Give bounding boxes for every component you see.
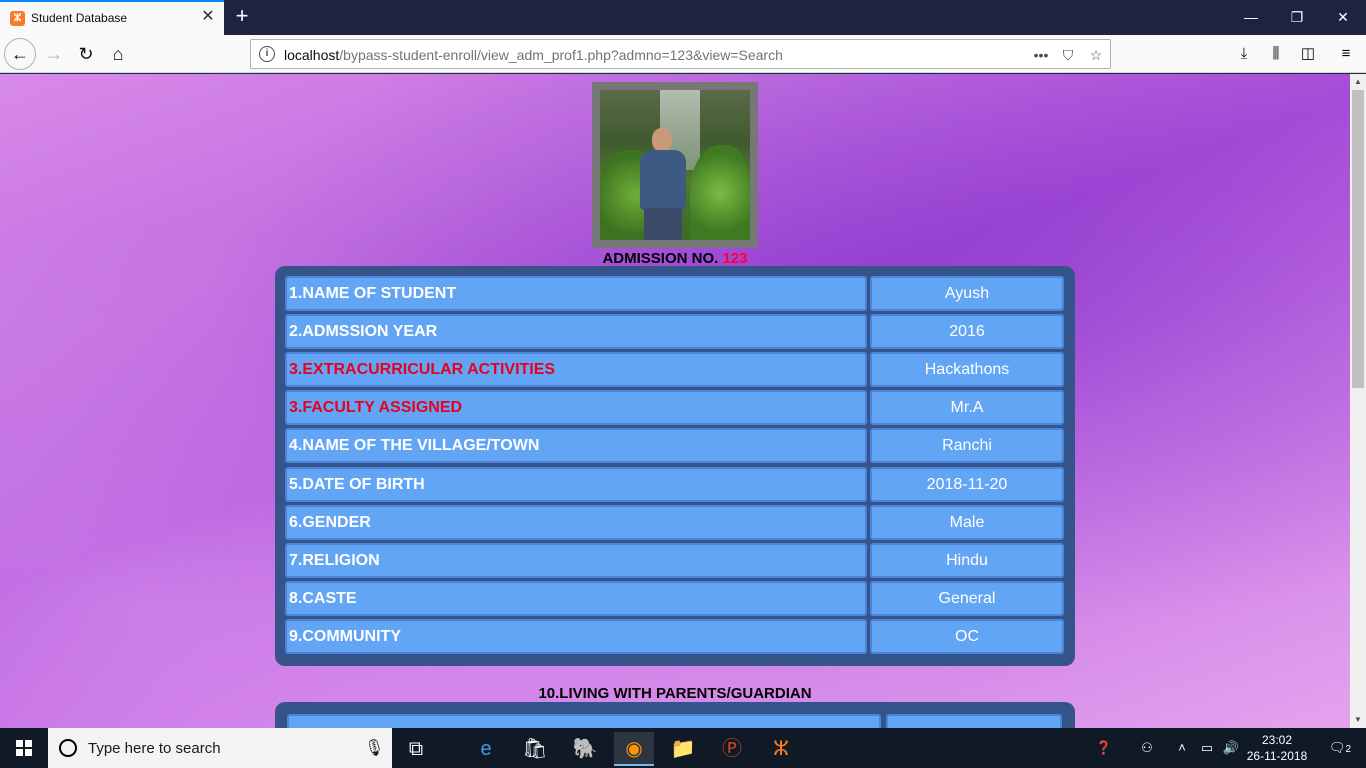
tray-expand-icon[interactable]: ˄ (1172, 728, 1192, 768)
library-icon[interactable]: ⫼ (1264, 43, 1288, 65)
row-value: 2016 (870, 314, 1064, 349)
student-photo-frame (592, 82, 758, 248)
table-row: 1.NAME OF STUDENT Ayush (285, 276, 1065, 311)
row-value: Mr.A (870, 390, 1064, 425)
student-details-table: 1.NAME OF STUDENT Ayush 2.ADMSSION YEAR … (275, 266, 1075, 666)
table-row: 7.RELIGION Hindu (285, 543, 1065, 578)
table-cell (886, 714, 1062, 728)
taskbar-search[interactable]: Type here to search 🎙 (48, 728, 392, 768)
taskbar: Type here to search 🎙 ⧉ e 🛍 🐘 ◉ 📁 Ⓟ ⵣ ❓ … (0, 728, 1366, 768)
xampp-icon[interactable]: ⵣ (761, 732, 801, 766)
store-icon[interactable]: 🛍 (515, 732, 555, 766)
clock[interactable]: 23:02 26-11-2018 (1246, 732, 1308, 764)
row-value: General (870, 581, 1064, 616)
table-row: 3.EXTRACURRICULAR ACTIVITIES Hackathons (285, 352, 1065, 387)
admission-number-heading: ADMISSION NO. 123 (0, 250, 1350, 267)
nav-bar: ← → ↻ ⌂ i localhost/bypass-student-enrol… (0, 35, 1366, 73)
row-label: 8.CASTE (285, 581, 867, 616)
row-label: 2.ADMSSION YEAR (285, 314, 867, 349)
page-content: ADMISSION NO. 123 1.NAME OF STUDENT Ayus… (0, 74, 1350, 728)
url-host: localhost (284, 47, 340, 63)
row-label: 5.DATE OF BIRTH (285, 467, 867, 502)
reload-icon[interactable]: ↻ (70, 38, 102, 70)
row-value: Hackathons (870, 352, 1064, 387)
table-cell (287, 714, 881, 728)
file-explorer-icon[interactable]: 📁 (663, 732, 703, 766)
table-row: 2.ADMSSION YEAR 2016 (285, 314, 1065, 349)
page-actions-icon[interactable]: ••• (1030, 45, 1052, 65)
minimize-button[interactable]: — (1228, 0, 1274, 35)
search-placeholder: Type here to search (88, 740, 221, 757)
table-row: 5.DATE OF BIRTH 2018-11-20 (285, 467, 1065, 502)
scroll-down-icon[interactable]: ▼ (1350, 712, 1366, 728)
row-label: 4.NAME OF THE VILLAGE/TOWN (285, 428, 867, 463)
windows-logo-icon (16, 740, 32, 756)
sidebar-icon[interactable]: ◫ (1296, 43, 1320, 65)
site-info-icon[interactable]: i (259, 46, 275, 62)
start-button[interactable] (0, 728, 48, 768)
row-value: Male (870, 505, 1064, 540)
row-value: OC (870, 619, 1064, 654)
tab-strip: ⵣ Student Database ✕ + — ❐ ✕ (0, 0, 1366, 35)
tab-title: Student Database (31, 11, 128, 25)
close-window-button[interactable]: ✕ (1320, 0, 1366, 35)
volume-icon[interactable]: 🔊 (1220, 728, 1242, 768)
row-label: 6.GENDER (285, 505, 867, 540)
task-view-icon[interactable]: ⧉ (396, 732, 436, 766)
table-row: 4.NAME OF THE VILLAGE/TOWN Ranchi (285, 428, 1065, 463)
new-tab-button[interactable]: + (230, 4, 254, 28)
clock-time: 23:02 (1261, 733, 1293, 747)
browser-tab[interactable]: ⵣ Student Database ✕ (0, 0, 224, 35)
people-icon[interactable]: ⚇ (1134, 728, 1160, 768)
menu-icon[interactable]: ≡ (1334, 43, 1358, 65)
row-value: Ranchi (870, 428, 1064, 463)
table-row: 3.FACULTY ASSIGNED Mr.A (285, 390, 1065, 425)
row-value: 2018-11-20 (870, 467, 1064, 502)
scroll-thumb[interactable] (1352, 90, 1364, 388)
home-icon[interactable]: ⌂ (102, 38, 134, 70)
powerpoint-icon[interactable]: Ⓟ (712, 732, 752, 766)
vertical-scrollbar[interactable]: ▲ ▼ (1350, 74, 1366, 728)
tab-close-icon[interactable]: ✕ (199, 8, 217, 26)
forward-icon[interactable]: → (38, 38, 70, 70)
row-value: Ayush (870, 276, 1064, 311)
admission-label: ADMISSION NO. (602, 250, 719, 267)
battery-icon[interactable]: ▭ (1196, 728, 1218, 768)
table-row: 6.GENDER Male (285, 505, 1065, 540)
table-row: 8.CASTE General (285, 581, 1065, 616)
downloads-icon[interactable]: ⤓ (1232, 43, 1256, 65)
row-label: 3.FACULTY ASSIGNED (285, 390, 867, 425)
living-with-heading: 10.LIVING WITH PARENTS/GUARDIAN (538, 685, 812, 702)
url-path: /bypass-student-enroll/view_adm_prof1.ph… (339, 47, 783, 63)
back-icon[interactable]: ← (4, 38, 36, 70)
notifications-icon[interactable]: 🗨2 (1320, 728, 1360, 768)
firefox-icon[interactable]: ◉ (614, 732, 654, 766)
bookmark-star-icon[interactable]: ☆ (1085, 45, 1107, 65)
row-label: 9.COMMUNITY (285, 619, 867, 654)
clock-date: 26-11-2018 (1246, 749, 1308, 763)
url-bar[interactable]: i localhost/bypass-student-enroll/view_a… (250, 39, 1111, 69)
restore-button[interactable]: ❐ (1274, 0, 1320, 35)
notification-count: 2 (1345, 744, 1352, 755)
row-label: 3.EXTRACURRICULAR ACTIVITIES (285, 352, 867, 387)
table-row: 9.COMMUNITY OC (285, 619, 1065, 654)
xampp-favicon-icon: ⵣ (10, 11, 25, 26)
student-photo (600, 90, 750, 240)
row-label: 1.NAME OF STUDENT (285, 276, 867, 311)
row-label: 7.RELIGION (285, 543, 867, 578)
pocket-icon[interactable]: ⛉ (1057, 45, 1079, 65)
row-value: Hindu (870, 543, 1064, 578)
scroll-up-icon[interactable]: ▲ (1350, 74, 1366, 90)
edge-icon[interactable]: e (466, 732, 506, 766)
microphone-icon[interactable]: 🎙 (364, 738, 384, 758)
admission-number-value: 123 (722, 250, 748, 267)
url-text[interactable]: localhost/bypass-student-enroll/view_adm… (284, 47, 783, 63)
living-with-table (275, 702, 1075, 728)
evernote-icon[interactable]: 🐘 (565, 732, 605, 766)
help-icon[interactable]: ❓ (1090, 728, 1118, 768)
cortana-icon (59, 739, 77, 757)
